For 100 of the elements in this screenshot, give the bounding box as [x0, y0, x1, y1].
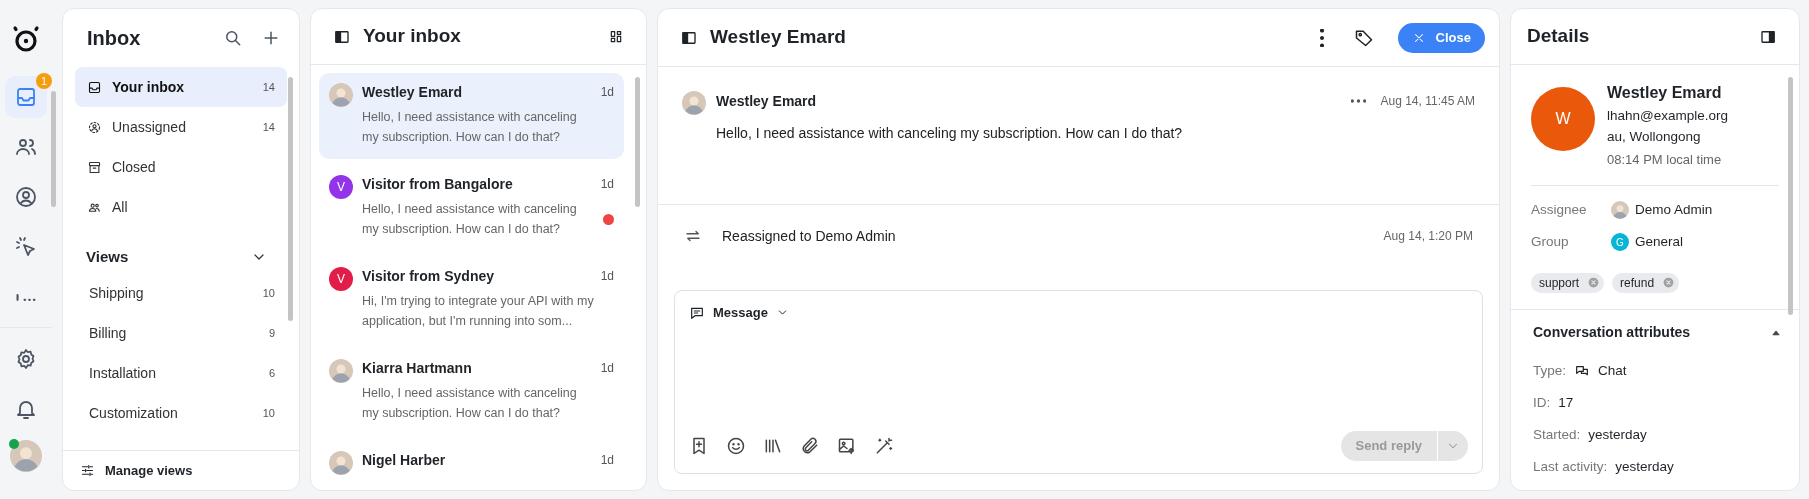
emoji-icon	[726, 436, 746, 456]
event-text: Reassigned to Demo Admin	[722, 226, 897, 246]
message-preview: Hello, I need assistance with canceling my subscription. How can I do that?	[362, 201, 578, 238]
image-upload-icon	[837, 436, 857, 456]
message-text: Hello, I need assistance with canceling my subscription. How can I do that?	[716, 124, 1184, 143]
nav-item[interactable]: Unassigned 14	[75, 107, 287, 147]
manage-views-button[interactable]: Manage views	[63, 450, 299, 490]
contact-name: Visitor from Sydney	[362, 266, 495, 286]
scrollbar[interactable]	[51, 91, 56, 207]
toolbar-button[interactable]	[874, 436, 894, 456]
contact-avatar: W	[1531, 87, 1595, 151]
contact-location: au, Wollongong	[1607, 128, 1702, 147]
view-item[interactable]: Installation 6	[75, 353, 287, 393]
author-name: Westley Emard	[716, 91, 818, 111]
avatar	[1611, 201, 1629, 220]
nav-item[interactable]: Your inbox 14	[75, 67, 287, 107]
avatar	[329, 359, 353, 383]
grid-icon	[608, 28, 624, 45]
avatar	[329, 83, 353, 107]
conversation-title: Westley Emard	[710, 25, 847, 50]
nav-item[interactable]: Closed	[75, 147, 287, 187]
attribute-label: Type:	[1533, 362, 1567, 381]
notification-badge: 1	[36, 73, 52, 89]
attribute-value: yesterday	[1615, 458, 1674, 477]
inbox-icon	[14, 85, 38, 109]
menu-dots-icon	[1319, 28, 1324, 47]
sliders-icon	[80, 463, 95, 478]
rail-button[interactable]	[5, 76, 47, 118]
contact-name: Westley Emard	[1607, 83, 1723, 103]
contact-name: Nigel Harber	[362, 450, 447, 470]
toolbar-button[interactable]	[726, 436, 746, 456]
time: 1d	[600, 176, 614, 193]
conversation-item[interactable]: Westley Emard 1d Hello, I need assistance with canceling my subscription. How can I do that?	[319, 73, 624, 159]
magic-wand-icon	[874, 436, 894, 456]
view-item[interactable]: Customization 10	[75, 393, 287, 433]
search-icon	[223, 28, 243, 48]
attribute-value: 17	[1558, 394, 1574, 413]
scrollbar[interactable]	[635, 77, 640, 207]
attribute-value: Chat	[1598, 362, 1627, 381]
view-item[interactable]: Shipping 10	[75, 273, 287, 313]
conversation-item[interactable]: V Visitor from Sydney 1d Hi, I'm trying to integrate your API with my application, but I'm running into som...	[319, 257, 624, 343]
local-time: 08:14 PM local time	[1607, 150, 1723, 169]
toolbar-button[interactable]	[837, 436, 857, 456]
toolbar-button[interactable]	[800, 436, 820, 456]
conversation-item[interactable]: Kiarra Hartmann 1d Hello, I need assistance with canceling my subscription. How can I do that?	[319, 349, 624, 435]
attribute-label: ID:	[1533, 394, 1551, 413]
contact-name: Kiarra Hartmann	[362, 358, 473, 378]
user-circle-icon	[14, 185, 38, 209]
field-label: Assignee	[1531, 201, 1588, 219]
avatar: V	[329, 175, 353, 199]
close-button[interactable]: Close	[1397, 22, 1485, 53]
message-preview: Hi, I'm trying to integrate your API with my application, but I'm running into som...	[362, 293, 595, 330]
count: 14	[262, 79, 275, 95]
event-time: Aug 14, 1:20 PM	[1383, 228, 1473, 245]
archive-icon	[87, 159, 102, 175]
panel-title: Details	[1527, 24, 1591, 49]
panel-title: Your inbox	[363, 24, 462, 49]
time: 1d	[600, 84, 614, 101]
assignee-name: Demo Admin	[1635, 201, 1713, 219]
conversation-item[interactable]: V Visitor from Bangalore 1d Hello, I need assistance with canceling my subscription. How can I do that?	[319, 165, 624, 251]
user-dashed-icon	[87, 119, 102, 135]
count: 14	[262, 119, 275, 135]
library-icon	[763, 436, 783, 456]
paperclip-icon	[800, 436, 820, 456]
message-time: Aug 14, 11:45 AM	[1380, 93, 1475, 110]
section-title: Views	[86, 246, 130, 267]
count: 9	[268, 325, 275, 341]
attribute-label: Started:	[1533, 426, 1581, 445]
dots-icon	[16, 293, 36, 301]
count: 6	[268, 365, 275, 381]
reply-composer[interactable]: Message Send reply	[674, 290, 1483, 474]
count: 10	[262, 285, 275, 301]
mode-dropdown[interactable]: Message	[689, 303, 789, 323]
panel-title: Inbox	[87, 26, 142, 51]
layout-button[interactable]	[608, 28, 624, 45]
tag-chip[interactable]: support	[1531, 272, 1605, 293]
contact-email: lhahn@example.org	[1607, 107, 1729, 125]
message-preview: Hello, I need assistance with canceling my subscription. How can I do that?	[362, 385, 578, 422]
group-name: General	[1635, 233, 1684, 252]
attribute-value: yesterday	[1588, 426, 1647, 445]
contact-name: Westley Emard	[362, 82, 464, 102]
inbox-icon	[87, 79, 102, 95]
contact-name: Visitor from Bangalore	[362, 174, 514, 194]
search-button[interactable]	[223, 28, 243, 48]
conversation-item[interactable]: Nigel Harber 1d	[319, 441, 624, 487]
field-label: Group	[1531, 233, 1570, 252]
scrollbar[interactable]	[288, 77, 293, 321]
view-item[interactable]: Billing 9	[75, 313, 287, 353]
time: 1d	[600, 268, 614, 285]
section-title: Conversation attributes	[1533, 323, 1692, 342]
nav-item[interactable]: All	[75, 187, 287, 227]
attribute-label: Last activity:	[1533, 458, 1608, 477]
more-icon	[1351, 99, 1367, 103]
cursor-click-icon	[14, 235, 38, 259]
group-avatar: G	[1611, 233, 1629, 252]
scrollbar[interactable]	[1788, 77, 1793, 315]
avatar: V	[329, 267, 353, 291]
message-preview: Hello, I need assistance with canceling my subscription. How can I do that?	[362, 109, 578, 146]
tag-chip[interactable]: refund	[1612, 272, 1680, 293]
toolbar-button[interactable]	[763, 436, 783, 456]
